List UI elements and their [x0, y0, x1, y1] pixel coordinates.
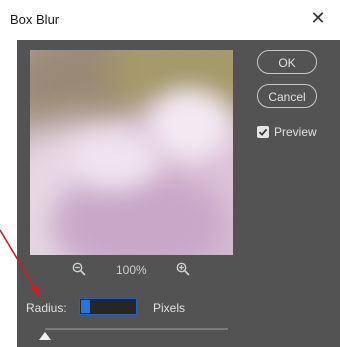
preview-blur-region	[70, 130, 160, 190]
zoom-out-icon[interactable]	[72, 262, 86, 276]
ok-button[interactable]: OK	[257, 50, 317, 74]
box-blur-dialog: 100% OK Cancel Preview Radius: Pixels	[17, 40, 340, 347]
cancel-button[interactable]: Cancel	[257, 84, 317, 108]
close-icon[interactable]: ✕	[308, 8, 328, 28]
preview-checkbox[interactable]	[257, 126, 269, 138]
radius-slider-track[interactable]	[45, 328, 228, 330]
title-bar: Box Blur ✕	[0, 0, 340, 40]
window-title: Box Blur	[10, 12, 60, 27]
preview-blur-region	[150, 90, 230, 160]
zoom-level: 100%	[116, 263, 147, 277]
zoom-controls: 100%	[30, 262, 233, 280]
slider-thumb-icon[interactable]	[39, 332, 51, 340]
checkmark-icon	[258, 128, 268, 136]
zoom-in-icon[interactable]	[176, 262, 190, 276]
preview-label: Preview	[274, 125, 317, 139]
radius-input[interactable]	[79, 298, 137, 315]
radius-unit-label: Pixels	[153, 301, 186, 315]
radius-label: Radius:	[26, 301, 67, 315]
preview-image[interactable]	[30, 50, 233, 255]
